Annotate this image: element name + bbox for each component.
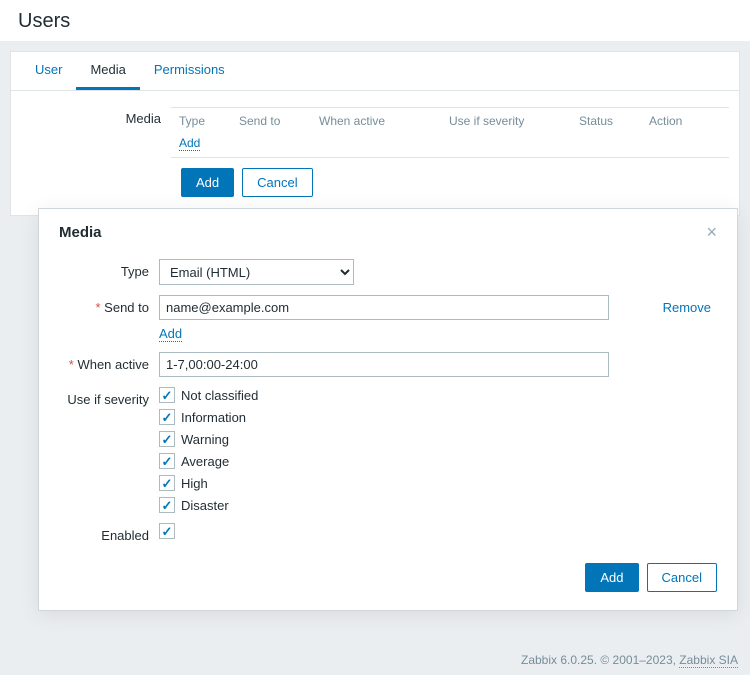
col-when: When active (319, 114, 449, 128)
modal-add-button[interactable]: Add (585, 563, 638, 592)
media-add-link[interactable]: Add (179, 136, 200, 151)
severity-information: Information (159, 409, 717, 425)
media-modal: Media × Type Email (HTML) * Send to Remo… (38, 208, 738, 611)
modal-cancel-button[interactable]: Cancel (647, 563, 717, 592)
col-severity: Use if severity (449, 114, 579, 128)
label-type: Type (59, 259, 159, 279)
severity-average: Average (159, 453, 717, 469)
when-active-input[interactable] (159, 352, 609, 377)
col-type: Type (179, 114, 239, 128)
close-icon[interactable]: × (706, 223, 717, 241)
tab-user[interactable]: User (21, 52, 76, 90)
cancel-button[interactable]: Cancel (242, 168, 312, 197)
footer-text: Zabbix 6.0.25. © 2001–2023, (521, 653, 679, 667)
checkbox-disaster[interactable] (159, 497, 175, 513)
label-sendto: * Send to (59, 295, 159, 315)
form-buttons: Add Cancel (21, 168, 729, 197)
col-sendto: Send to (239, 114, 319, 128)
col-status: Status (579, 114, 649, 128)
col-action: Action (649, 114, 699, 128)
checkbox-average[interactable] (159, 453, 175, 469)
media-label: Media (21, 107, 171, 126)
remove-link[interactable]: Remove (663, 300, 711, 315)
media-form-area: Media Type Send to When active Use if se… (11, 91, 739, 215)
severity-disaster: Disaster (159, 497, 717, 513)
page-header: Users (0, 0, 750, 41)
severity-label: Average (181, 454, 229, 469)
checkbox-warning[interactable] (159, 431, 175, 447)
tab-permissions[interactable]: Permissions (140, 52, 239, 90)
media-row: Media Type Send to When active Use if se… (21, 107, 729, 158)
type-select[interactable]: Email (HTML) (159, 259, 354, 285)
modal-title: Media (59, 224, 102, 241)
media-table-head: Type Send to When active Use if severity… (171, 108, 729, 134)
row-severity: Use if severity Not classified Informati… (59, 387, 717, 513)
severity-list: Not classified Information Warning Avera… (159, 387, 717, 513)
checkbox-high[interactable] (159, 475, 175, 491)
severity-label: Warning (181, 432, 229, 447)
checkbox-enabled[interactable] (159, 523, 175, 539)
severity-high: High (159, 475, 717, 491)
row-enabled: Enabled (59, 523, 717, 543)
severity-label: Disaster (181, 498, 229, 513)
tabs: User Media Permissions (11, 52, 739, 91)
checkbox-not-classified[interactable] (159, 387, 175, 403)
severity-label: Not classified (181, 388, 258, 403)
label-enabled: Enabled (59, 523, 159, 543)
page-title: Users (18, 10, 732, 33)
media-table: Type Send to When active Use if severity… (171, 107, 729, 158)
modal-header: Media × (59, 223, 717, 241)
tab-media[interactable]: Media (76, 52, 139, 90)
footer: Zabbix 6.0.25. © 2001–2023, Zabbix SIA (521, 653, 738, 667)
severity-warning: Warning (159, 431, 717, 447)
sendto-add-link[interactable]: Add (159, 326, 182, 342)
row-sendto: * Send to Remove Add (59, 295, 717, 342)
severity-label: Information (181, 410, 246, 425)
row-type: Type Email (HTML) (59, 259, 717, 285)
footer-link[interactable]: Zabbix SIA (679, 653, 738, 668)
severity-label: High (181, 476, 208, 491)
add-button[interactable]: Add (181, 168, 234, 197)
checkbox-information[interactable] (159, 409, 175, 425)
row-when: * When active (59, 352, 717, 377)
modal-buttons: Add Cancel (59, 563, 717, 592)
content-box: User Media Permissions Media Type Send t… (10, 51, 740, 216)
label-when: * When active (59, 352, 159, 372)
sendto-input[interactable] (159, 295, 609, 320)
severity-not-classified: Not classified (159, 387, 717, 403)
label-severity: Use if severity (59, 387, 159, 407)
